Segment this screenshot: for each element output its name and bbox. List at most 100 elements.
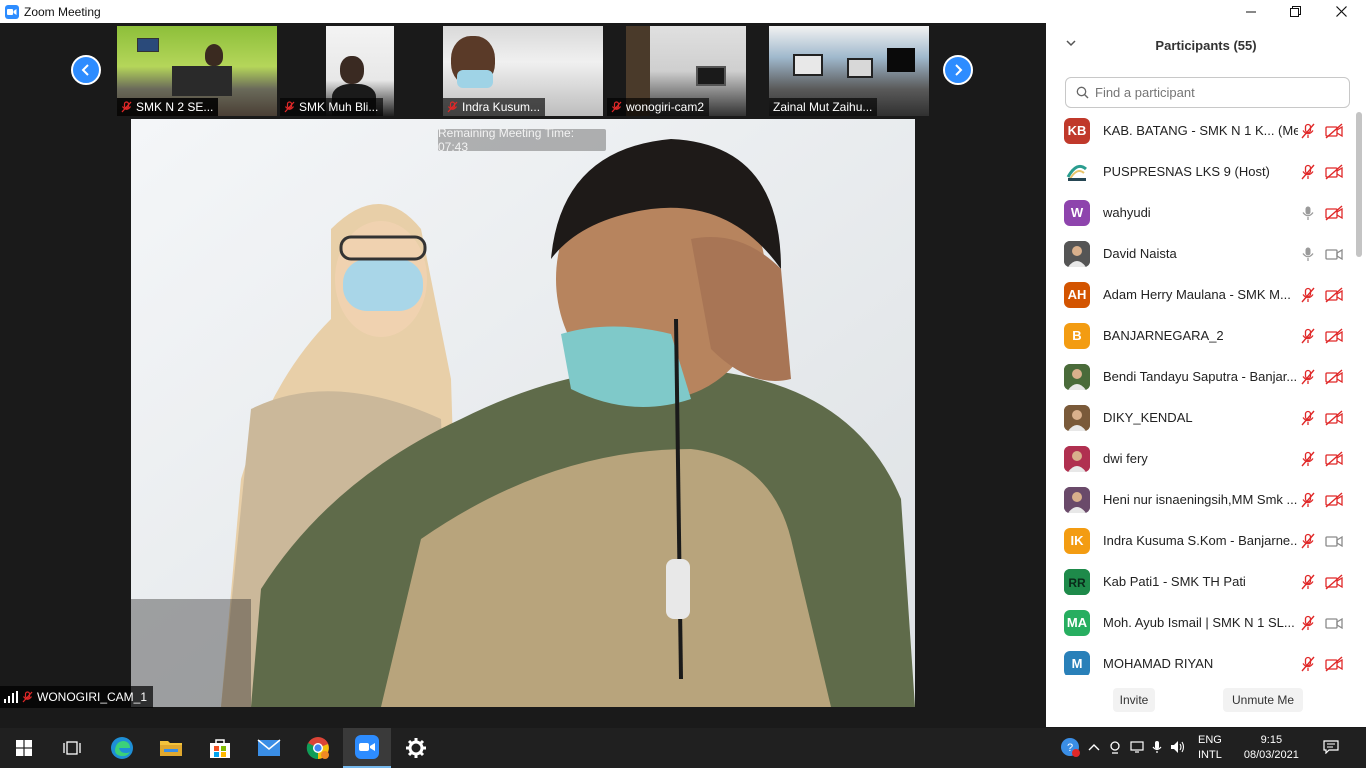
- task-view-button[interactable]: [48, 728, 96, 768]
- thumbnail-name: Indra Kusum...: [443, 98, 546, 116]
- mic-muted-icon[interactable]: [1300, 451, 1316, 467]
- scrollbar-thumb[interactable]: [1356, 112, 1362, 257]
- minimize-button[interactable]: [1228, 0, 1274, 23]
- mic-muted-icon: [121, 101, 132, 113]
- scrollbar[interactable]: [1356, 110, 1362, 675]
- participant-row[interactable]: DIKY_KENDAL: [1046, 397, 1356, 438]
- microphone-icon[interactable]: [1152, 740, 1162, 757]
- mic-muted-icon[interactable]: [1300, 574, 1316, 590]
- participant-row[interactable]: B BANJARNEGARA_2: [1046, 315, 1356, 356]
- participant-name: Indra Kusuma S.Kom - Banjarne...: [1103, 533, 1298, 548]
- participant-row[interactable]: David Naista: [1046, 233, 1356, 274]
- next-page-button[interactable]: [943, 55, 973, 85]
- participant-list[interactable]: KB KAB. BATANG - SMK N 1 K... (Me) PUSPRES…: [1046, 110, 1356, 675]
- mic-muted-icon[interactable]: [1300, 615, 1316, 631]
- camera-off-icon[interactable]: [1325, 655, 1343, 672]
- avatar: B: [1064, 322, 1090, 349]
- search-icon: [1076, 86, 1089, 99]
- mic-muted-icon[interactable]: [1300, 410, 1316, 426]
- mic-muted-icon[interactable]: [1300, 533, 1316, 549]
- thumbnail-name: Zainal Mut Zaihu...: [769, 98, 878, 116]
- participant-row[interactable]: Wwahyudi: [1046, 192, 1356, 233]
- mic-muted-icon: [284, 101, 295, 113]
- edge-button[interactable]: [98, 728, 146, 768]
- chevron-left-icon: [81, 64, 89, 76]
- camera-off-icon[interactable]: [1325, 450, 1343, 467]
- participant-row[interactable]: RR Kab Pati1 - SMK TH Pati: [1046, 561, 1356, 602]
- restore-button[interactable]: [1272, 0, 1318, 23]
- camera-off-icon[interactable]: [1325, 409, 1343, 426]
- camera-off-icon[interactable]: [1325, 122, 1343, 139]
- participant-row[interactable]: Heni nur isnaeningsih,MM Smk ...: [1046, 479, 1356, 520]
- participants-panel: Participants (55) KB KAB. BATANG - SMK N …: [1046, 23, 1366, 727]
- store-bag-icon: [210, 739, 230, 758]
- microphone-icon[interactable]: [1300, 205, 1316, 221]
- chevron-right-icon: [955, 64, 963, 76]
- zoom-taskbar-button[interactable]: [343, 728, 391, 768]
- file-explorer-button[interactable]: [147, 728, 195, 768]
- active-speaker-label: WONOGIRI_CAM_1: [37, 690, 148, 704]
- mic-muted-icon[interactable]: [1300, 164, 1316, 180]
- help-badge-icon[interactable]: ?: [1060, 737, 1080, 760]
- store-button[interactable]: [196, 728, 244, 768]
- search-input[interactable]: [1095, 85, 1335, 100]
- avatar: IK: [1064, 527, 1090, 554]
- clock[interactable]: 9:15 08/03/2021: [1244, 733, 1299, 763]
- microphone-icon[interactable]: [1300, 246, 1316, 262]
- participant-row[interactable]: M MOHAMAD RIYAN: [1046, 643, 1356, 675]
- camera-off-icon[interactable]: [1325, 204, 1343, 221]
- mic-muted-icon[interactable]: [1300, 656, 1316, 672]
- mic-muted-icon[interactable]: [1300, 369, 1316, 385]
- participant-name: Adam Herry Maulana - SMK M...: [1103, 287, 1291, 302]
- webcam-icon[interactable]: [1108, 740, 1122, 757]
- previous-page-button[interactable]: [71, 55, 101, 85]
- close-button[interactable]: [1318, 0, 1364, 23]
- search-box[interactable]: [1065, 77, 1350, 108]
- participant-row[interactable]: AH Adam Herry Maulana - SMK M...: [1046, 274, 1356, 315]
- unmute-me-button[interactable]: Unmute Me: [1223, 688, 1303, 712]
- participant-row[interactable]: dwi fery: [1046, 438, 1356, 479]
- camera-off-icon[interactable]: [1325, 327, 1343, 344]
- mic-muted-icon[interactable]: [1300, 492, 1316, 508]
- start-button[interactable]: [0, 728, 48, 768]
- chevron-up-icon[interactable]: [1088, 742, 1100, 754]
- system-tray: ? ENG INTL 9:15 08/03/2021: [1060, 728, 1339, 768]
- volume-icon[interactable]: [1170, 740, 1186, 757]
- camera-off-icon[interactable]: [1325, 491, 1343, 508]
- avatar: [1064, 363, 1090, 390]
- settings-button[interactable]: [392, 728, 440, 768]
- avatar: RR: [1064, 568, 1090, 595]
- camera-icon[interactable]: [1325, 246, 1343, 262]
- mic-muted-icon[interactable]: [1300, 287, 1316, 303]
- participant-row[interactable]: IK Indra Kusuma S.Kom - Banjarne...: [1046, 520, 1356, 561]
- chrome-button[interactable]: [294, 728, 342, 768]
- input-language[interactable]: ENG INTL: [1198, 733, 1222, 763]
- camera-off-icon[interactable]: [1325, 573, 1343, 590]
- invite-button[interactable]: Invite: [1113, 688, 1155, 712]
- participant-name: Moh. Ayub Ismail | SMK N 1 SL...: [1103, 615, 1295, 630]
- thumbnail-name-wrap: SMK N 2 SE...: [117, 26, 277, 116]
- notifications-icon[interactable]: [1323, 739, 1339, 757]
- camera-off-icon[interactable]: [1325, 368, 1343, 385]
- participant-name: KAB. BATANG - SMK N 1 K... (Me): [1103, 123, 1298, 138]
- camera-off-icon[interactable]: [1325, 286, 1343, 303]
- active-speaker-video[interactable]: [131, 119, 915, 707]
- participant-row[interactable]: KB KAB. BATANG - SMK N 1 K... (Me): [1046, 110, 1356, 151]
- language-code: ENG: [1198, 734, 1222, 746]
- participant-name: MOHAMAD RIYAN: [1103, 656, 1214, 671]
- mic-muted-icon[interactable]: [1300, 123, 1316, 139]
- camera-icon[interactable]: [1325, 615, 1343, 631]
- camera-off-icon[interactable]: [1325, 163, 1343, 180]
- mail-button[interactable]: [245, 728, 293, 768]
- display-icon[interactable]: [1130, 740, 1144, 756]
- windows-logo-icon: [16, 740, 32, 756]
- thumbnail-label: Indra Kusum...: [462, 100, 541, 114]
- thumbnail-name: wonogiri-cam2: [607, 98, 710, 116]
- participant-row[interactable]: MA Moh. Ayub Ismail | SMK N 1 SL...: [1046, 602, 1356, 643]
- thumbnail-name-wrap: wonogiri-cam2: [607, 26, 747, 116]
- mic-muted-icon[interactable]: [1300, 328, 1316, 344]
- camera-icon[interactable]: [1325, 533, 1343, 549]
- participant-row[interactable]: PUSPRESNAS LKS 9 (Host): [1046, 151, 1356, 192]
- signal-strength-icon: [4, 691, 18, 703]
- participant-row[interactable]: Bendi Tandayu Saputra - Banjar...: [1046, 356, 1356, 397]
